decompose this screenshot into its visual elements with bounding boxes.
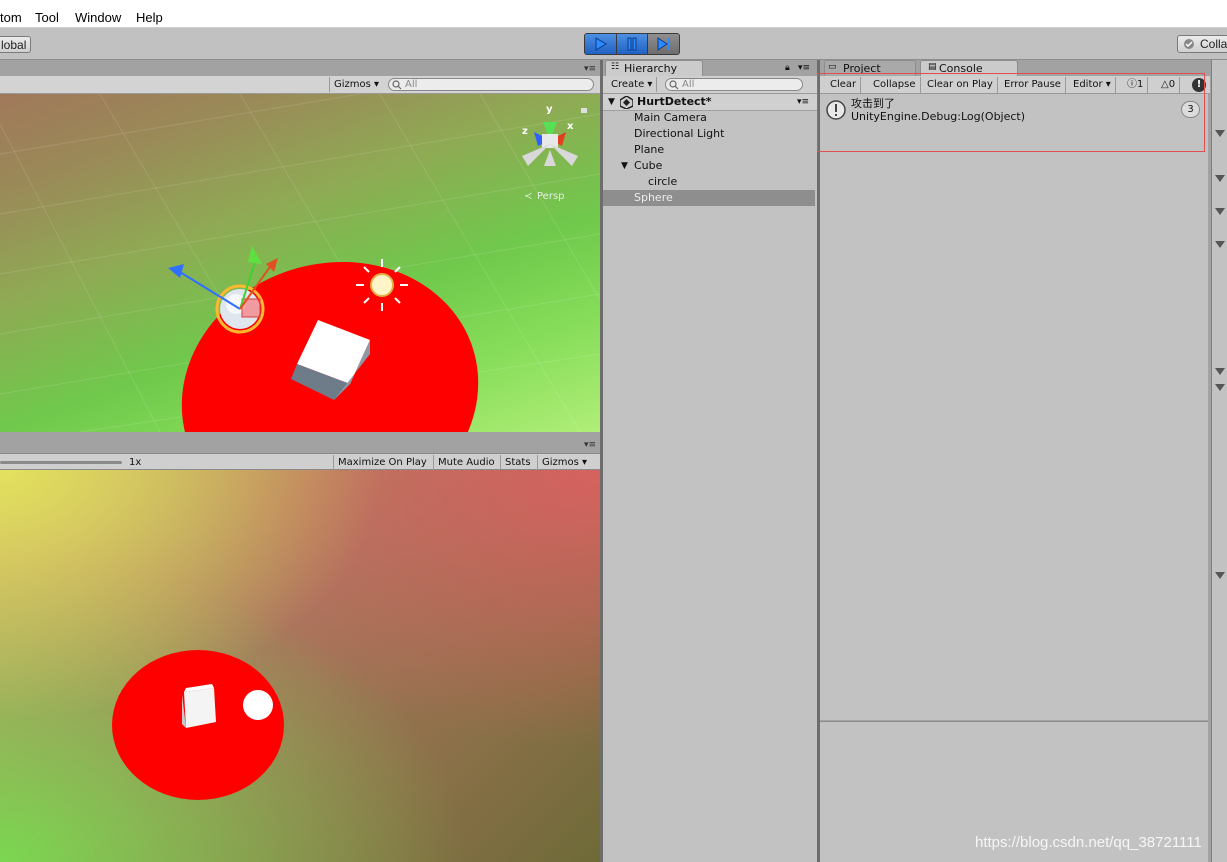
inspector-edge xyxy=(1211,60,1227,862)
scale-label: 1x xyxy=(129,457,142,468)
highlight-box xyxy=(817,73,1205,152)
gizmo-y-label: y xyxy=(546,104,553,115)
menu-tool[interactable]: Tool xyxy=(35,10,59,25)
foldout-arrow-icon[interactable] xyxy=(1215,208,1225,215)
scene-header[interactable]: ▼ HurtDetect* ▾≡ xyxy=(603,94,817,111)
console-log-list: 攻击到了 UnityEngine.Debug:Log(Object) 3 xyxy=(820,94,1208,720)
checkmark-icon xyxy=(1184,39,1194,49)
menu-window[interactable]: Window xyxy=(75,10,121,25)
gizmo-x-label: x xyxy=(567,121,574,132)
foldout-arrow-icon[interactable] xyxy=(1215,572,1225,579)
hierarchy-lock-icon[interactable]: 🔒︎ xyxy=(785,63,790,73)
scene-tabbar: ▾≡ xyxy=(0,60,600,76)
scene-toolbar: Gizmos ▾ All xyxy=(0,76,600,94)
create-label: Create xyxy=(611,79,645,90)
step-button[interactable] xyxy=(648,34,679,54)
tab-menu-icon[interactable]: ▾≡ xyxy=(584,64,596,74)
hierarchy-search-input[interactable]: All xyxy=(665,78,803,91)
gizmo-z-label: z xyxy=(522,126,528,137)
game-tabbar: ▾≡ xyxy=(0,432,600,454)
game-view[interactable] xyxy=(0,470,600,862)
hierarchy-menu-icon[interactable]: ▾≡ xyxy=(798,63,810,73)
foldout-arrow-icon[interactable] xyxy=(1215,241,1225,248)
hierarchy-item-main-camera[interactable]: Main Camera xyxy=(603,110,815,126)
hierarchy-item-circle[interactable]: circle xyxy=(603,174,815,190)
foldout-arrow-icon[interactable] xyxy=(1215,175,1225,182)
scene-menu-icon[interactable]: ▾≡ xyxy=(797,94,809,110)
maximize-on-play-button[interactable]: Maximize On Play xyxy=(333,455,431,470)
foldout-arrow-icon[interactable] xyxy=(1215,130,1225,137)
game-gizmos-label: Gizmos xyxy=(542,457,579,468)
menu-bar: tom Tool Window Help xyxy=(0,0,1227,28)
game-toolbar: 1x Maximize On Play Mute Audio Stats Giz… xyxy=(0,453,600,470)
search-icon xyxy=(669,80,679,90)
watermark: https://blog.csdn.net/qq_38721111 xyxy=(975,834,1202,851)
hierarchy-search-placeholder: All xyxy=(682,79,695,90)
scene-view[interactable]: y x z ≺ Persp xyxy=(0,94,600,432)
hierarchy-item-sphere[interactable]: Sphere xyxy=(603,190,815,206)
scene-search-placeholder: All xyxy=(405,79,418,90)
scale-slider[interactable] xyxy=(0,461,122,464)
scene-search-input[interactable]: All xyxy=(388,78,594,91)
search-icon xyxy=(392,80,402,90)
unity-logo-icon xyxy=(620,96,633,109)
game-canvas xyxy=(112,650,284,800)
step-icon xyxy=(657,37,670,51)
list-icon: ☷ xyxy=(611,62,620,72)
foldout-arrow-icon[interactable] xyxy=(1215,384,1225,391)
playback-controls xyxy=(584,33,680,55)
mute-audio-button[interactable]: Mute Audio xyxy=(433,455,499,470)
menu-help[interactable]: Help xyxy=(136,10,163,25)
lock-icon[interactable] xyxy=(581,108,587,113)
pause-icon xyxy=(627,37,637,51)
scene-name: HurtDetect* xyxy=(637,95,712,108)
persp-label[interactable]: Persp xyxy=(537,191,565,202)
foldout-arrow-icon[interactable] xyxy=(1215,368,1225,375)
tab-hierarchy[interactable]: Hierarchy xyxy=(605,60,703,77)
scene-gizmos-dropdown[interactable]: Gizmos ▾ xyxy=(329,77,383,92)
hierarchy-item-cube[interactable]: ▼ Cube xyxy=(603,158,815,174)
scene-canvas: y x z ≺ Persp xyxy=(0,94,600,432)
scene-gizmos-label: Gizmos xyxy=(334,79,371,90)
persp-icon: ≺ xyxy=(524,191,532,202)
hierarchy-item-directional-light[interactable]: Directional Light xyxy=(603,126,815,142)
hierarchy-tabbar: Hierarchy ☷ 🔒︎ ▾≡ xyxy=(603,60,817,77)
game-gizmos-button[interactable]: Gizmos ▾ xyxy=(537,455,591,470)
stats-button[interactable]: Stats xyxy=(500,455,535,470)
hierarchy-panel: ▼ HurtDetect* ▾≡ Main Camera Directional… xyxy=(603,94,817,862)
console-icon: ▤ xyxy=(928,62,937,72)
foldout-arrow-icon[interactable]: ▼ xyxy=(608,94,615,110)
folder-icon: ▭ xyxy=(828,62,837,72)
global-toggle-button[interactable]: lobal xyxy=(0,36,32,53)
pause-button[interactable] xyxy=(616,34,649,54)
cube-label: Cube xyxy=(634,159,663,172)
play-button[interactable] xyxy=(585,34,617,54)
play-icon xyxy=(595,37,608,51)
hierarchy-item-plane[interactable]: Plane xyxy=(603,142,815,158)
create-dropdown[interactable]: Create ▾ xyxy=(607,77,658,92)
collab-label: Colla xyxy=(1200,37,1227,51)
hierarchy-toolbar: Create ▾ All xyxy=(603,76,817,94)
menu-custom[interactable]: tom xyxy=(0,10,22,25)
game-tab-menu-icon[interactable]: ▾≡ xyxy=(584,440,596,450)
game-cube xyxy=(182,684,216,728)
game-sphere xyxy=(243,690,273,720)
cube-foldout-icon[interactable]: ▼ xyxy=(621,158,628,174)
hierarchy-tab-label: Hierarchy xyxy=(624,62,678,75)
